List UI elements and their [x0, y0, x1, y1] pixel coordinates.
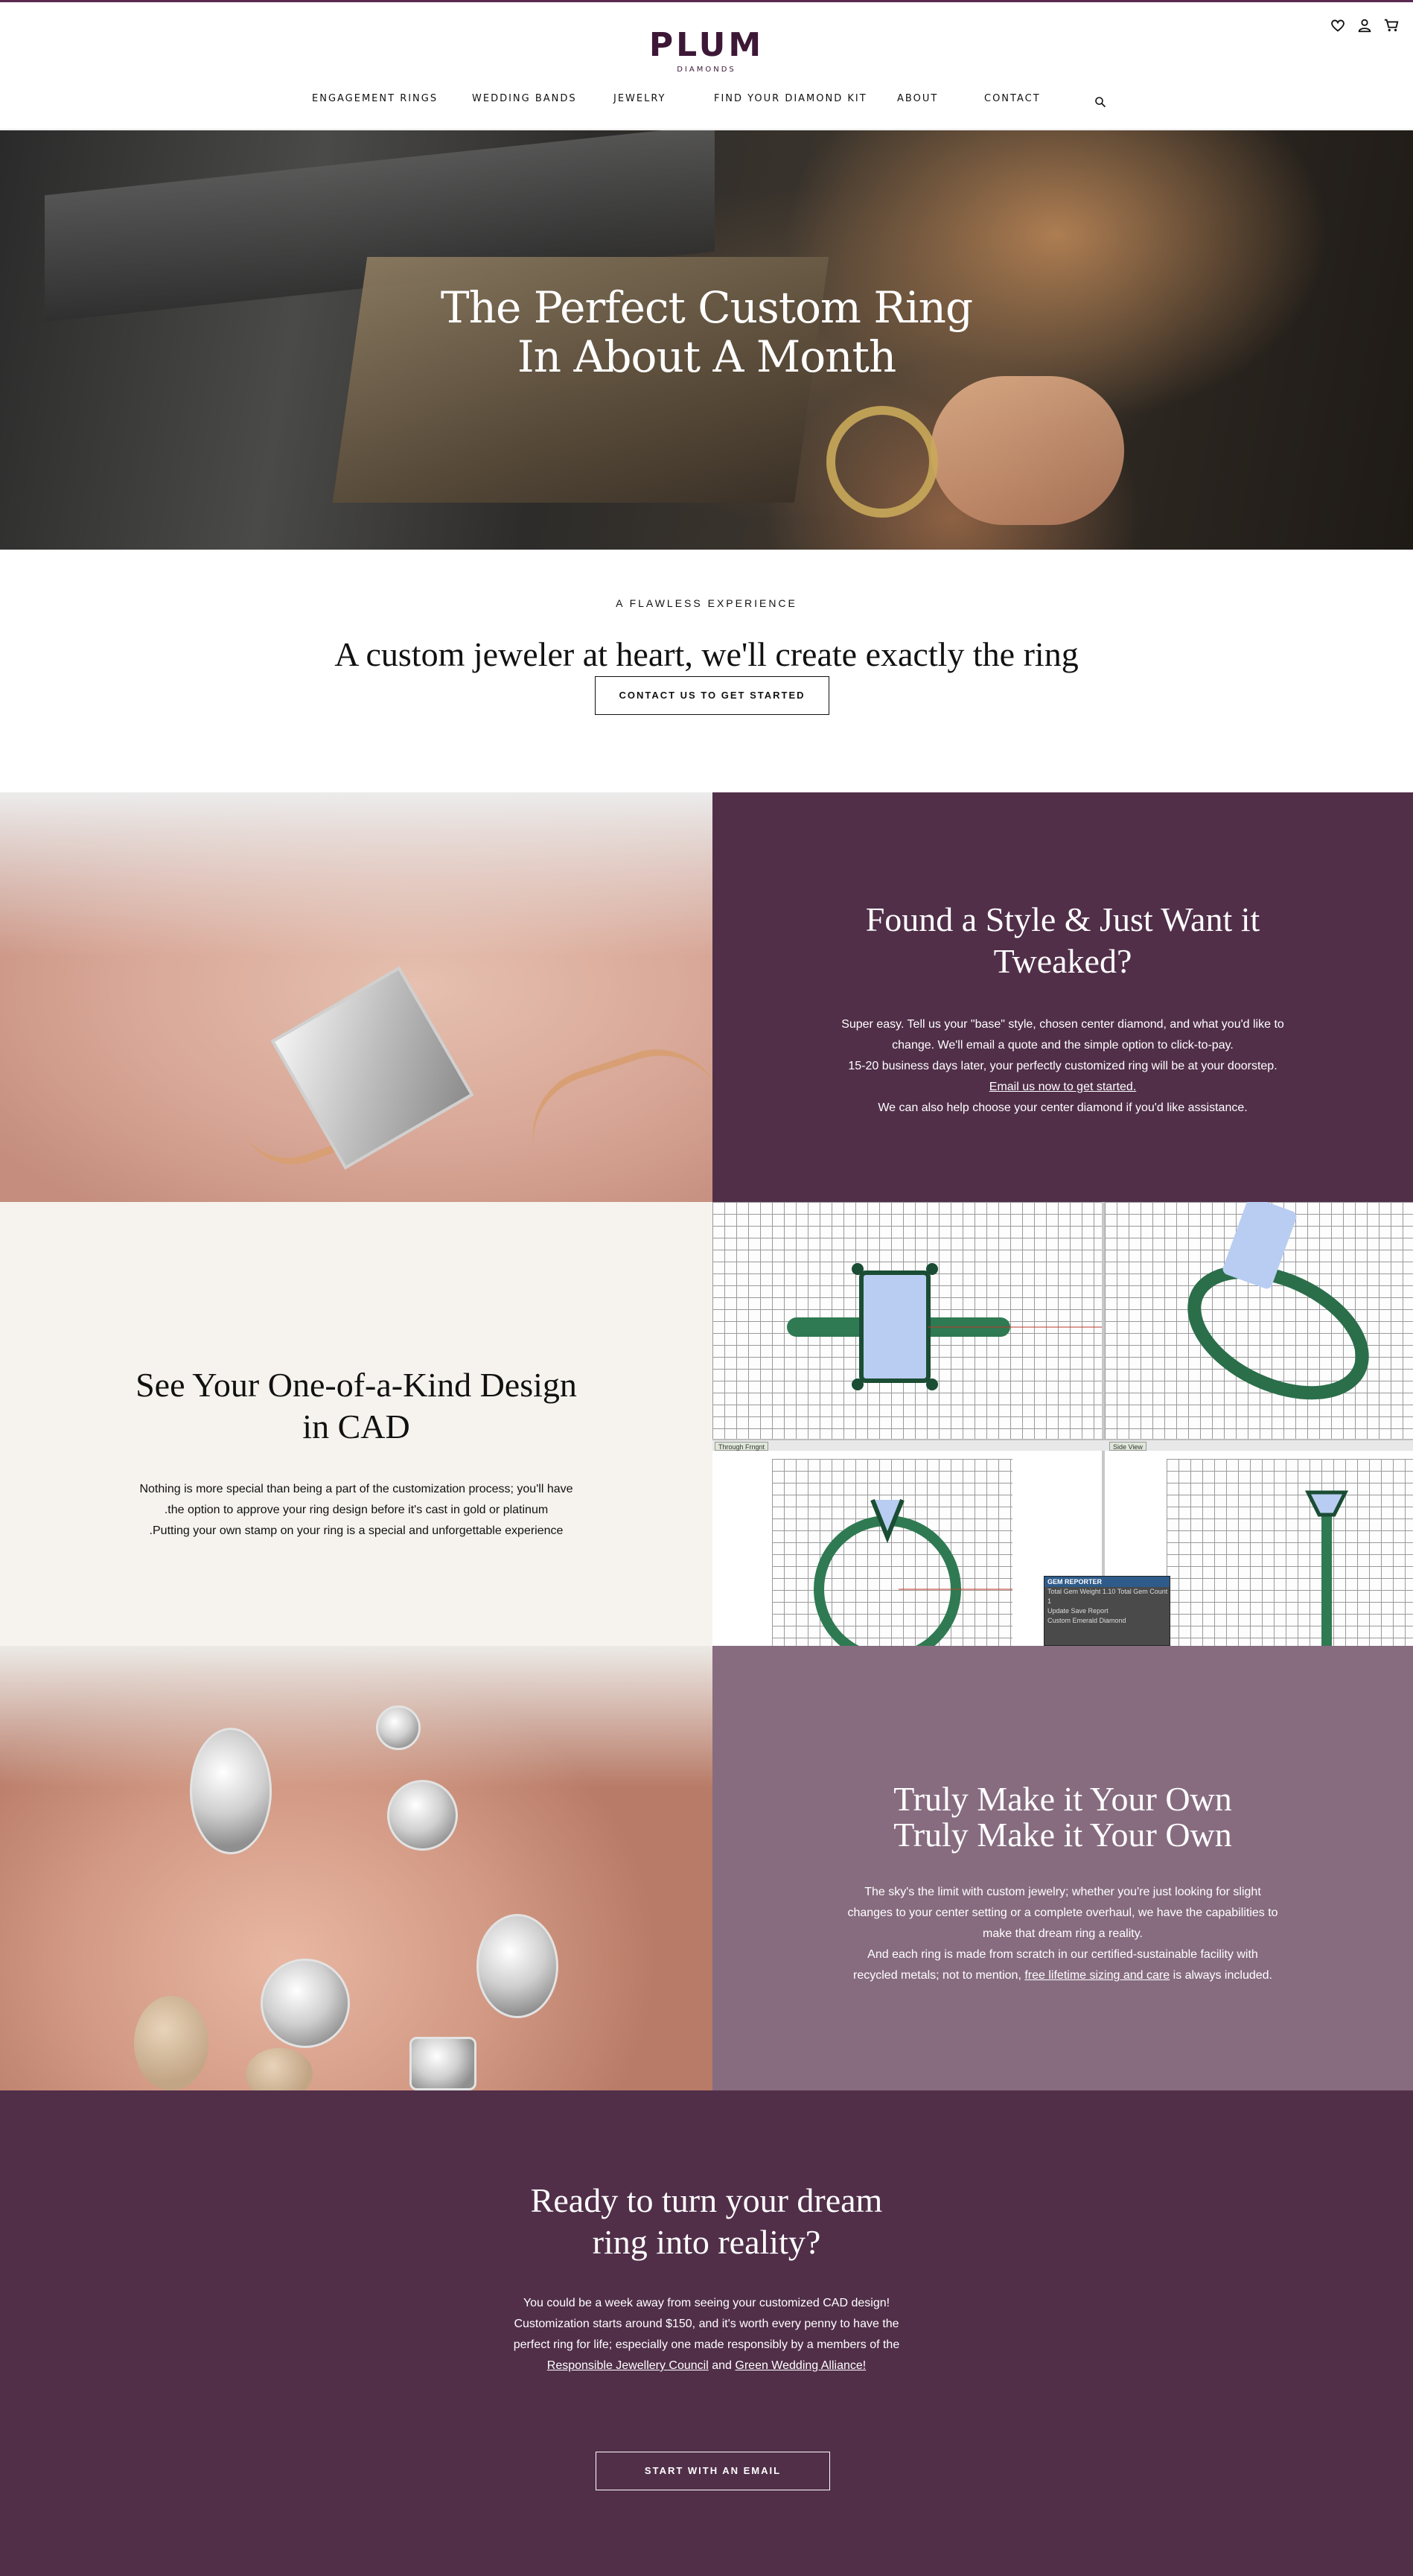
gem-count-value: 1	[1047, 1597, 1052, 1605]
own-body: The sky's the limit with custom jewelry;…	[712, 1882, 1413, 1986]
image-background	[0, 792, 712, 956]
gem-type-row: Custom Emerald Diamond	[1044, 1616, 1170, 1626]
fingernail-shape	[246, 2048, 313, 2090]
green-wedding-alliance-link[interactable]: Green Wedding Alliance!	[735, 2359, 866, 2372]
marquise-cluster-shape	[190, 1728, 272, 1854]
nav-engagement-rings[interactable]: ENGAGEMENT RINGS	[312, 93, 438, 104]
tweak-title-line2: Tweaked?	[993, 942, 1132, 980]
own-text-5-start: recycled metals; not to mention,	[853, 1969, 1021, 1982]
tweak-title-line1: Found a Style & Just Want it	[865, 900, 1260, 938]
own-text-3: make that dream ring a reality.	[983, 1927, 1143, 1940]
cad-title-line1: See Your One-of-a-Kind Design	[135, 1366, 577, 1404]
nav-find-your-diamond-kit[interactable]: FIND YOUR DIAMOND KIT	[714, 93, 867, 104]
tweak-text-3: 15-20 business days later, your perfectl…	[848, 1060, 1278, 1072]
cta-body: You could be a week away from seeing you…	[0, 2293, 1413, 2376]
round-diamond-shape	[261, 1959, 350, 2048]
site-header: PLUM DIAMONDS ENGAGEMENT RINGS WEDDING B…	[0, 2, 1413, 130]
rings-on-fingers-image	[0, 1646, 712, 2090]
own-text-1: The sky's the limit with custom jewelry;…	[864, 1886, 1261, 1898]
hero-title: The Perfect Custom Ring In About A Month	[0, 283, 1413, 381]
nav-wedding-bands[interactable]: WEDDING BANDS	[472, 93, 577, 104]
gem-update-button[interactable]: Update	[1047, 1607, 1069, 1615]
cta-text-1: You could be a week away from seeing you…	[523, 2297, 890, 2309]
gem-count-label: Total Gem Count	[1117, 1588, 1168, 1595]
heart-icon[interactable]	[1330, 17, 1346, 34]
email-us-link[interactable]: Email us now to get started.	[989, 1081, 1136, 1093]
wedding-band-shape	[515, 1032, 712, 1156]
logo-subtitle: DIAMONDS	[677, 66, 736, 74]
ring-on-hand-image	[0, 792, 712, 1202]
cad-text-3: .Putting your own stamp on your ring is …	[149, 1524, 564, 1537]
gem-reporter-title: GEM REPORTER	[1044, 1577, 1170, 1587]
cad-render-image: Through Frngnt Side View GEM REPORTER To…	[712, 1202, 1413, 1646]
own-text-5-end: is always included.	[1173, 1969, 1272, 1982]
gem-save-report-button[interactable]: Save Report	[1071, 1607, 1109, 1615]
logo[interactable]: PLUM DIAMONDS	[0, 28, 1413, 74]
own-title: Truly Make it Your Own Truly Make it You…	[712, 1778, 1413, 1856]
own-text-5: recycled metals; not to mention, free li…	[712, 1965, 1413, 1986]
tweak-body: Super easy. Tell us your "base" style, c…	[712, 1014, 1413, 1119]
round-diamond-shape	[376, 1705, 421, 1750]
nav-contact[interactable]: CONTACT	[984, 93, 1041, 104]
tweak-text-2: change. We'll email a quote and the simp…	[892, 1039, 1234, 1052]
oval-diamond-shape	[476, 1914, 558, 2018]
round-diamond-shape	[387, 1780, 458, 1851]
nav-about[interactable]: ABOUT	[897, 93, 938, 104]
cta-text-2: Customization starts around $150, and it…	[514, 2318, 899, 2330]
cta-title-line2: ring into reality?	[592, 2223, 821, 2261]
cad-text-2: .the option to approve your ring design …	[164, 1504, 549, 1516]
hero-title-line2: In About A Month	[517, 331, 896, 382]
cad-section: See Your One-of-a-Kind Design in CAD Not…	[0, 1202, 712, 1646]
start-with-email-button[interactable]: START WITH AN EMAIL	[596, 2452, 830, 2490]
cad-body: Nothing is more special than being a par…	[0, 1479, 712, 1542]
tweak-section: Found a Style & Just Want it Tweaked? Su…	[712, 792, 1413, 1202]
cad-title: See Your One-of-a-Kind Design in CAD	[0, 1364, 712, 1448]
gem-reporter-panel: GEM REPORTER Total Gem Weight 1.10 Total…	[1044, 1576, 1170, 1646]
hero-image-ring	[826, 406, 938, 518]
fingernail-shape	[134, 1996, 208, 2090]
cad-text-1: Nothing is more special than being a par…	[139, 1483, 573, 1495]
search-icon[interactable]	[1094, 96, 1106, 108]
contact-us-button[interactable]: CONTACT US TO GET STARTED	[595, 676, 829, 715]
cushion-diamond-shape	[409, 2037, 476, 2090]
own-text-2: changes to your center setting or a comp…	[847, 1906, 1278, 1919]
gem-shape-label: Custom Emerald	[1047, 1617, 1098, 1624]
intro-heading: A custom jeweler at heart, we'll create …	[334, 635, 1079, 673]
gem-weight-row: Total Gem Weight 1.10 Total Gem Count 1	[1044, 1587, 1170, 1606]
main-nav: ENGAGEMENT RINGS WEDDING BANDS JEWELRY F…	[0, 93, 1413, 112]
user-icon[interactable]	[1356, 17, 1373, 34]
logo-wordmark: PLUM	[648, 26, 765, 64]
cta-and: and	[712, 2359, 732, 2372]
hero-title-line1: The Perfect Custom Ring	[440, 282, 973, 333]
cta-text-3: perfect ring for life; especially one ma…	[513, 2338, 900, 2351]
free-lifetime-sizing-link[interactable]: free lifetime sizing and care	[1024, 1969, 1170, 1982]
own-title-line2: Truly Make it Your Own	[893, 1816, 1232, 1854]
hero-image-hand	[931, 376, 1124, 525]
tweak-text-4: We can also help choose your center diam…	[878, 1101, 1248, 1114]
cta-section: Ready to turn your dream ring into reali…	[0, 2090, 1413, 2576]
hero-banner: The Perfect Custom Ring In About A Month	[0, 130, 1413, 550]
gem-weight-label: Total Gem Weight	[1047, 1588, 1101, 1595]
cart-icon[interactable]	[1383, 17, 1400, 34]
gem-actions-row: Update Save Report	[1044, 1606, 1170, 1616]
intro-eyebrow: A FLAWLESS EXPERIENCE	[616, 597, 797, 609]
cta-text-4: Responsible Jewellery Council and Green …	[0, 2356, 1413, 2376]
gem-material-label: Diamond	[1099, 1617, 1126, 1624]
gem-weight-value: 1.10	[1102, 1588, 1116, 1595]
responsible-jewellery-council-link[interactable]: Responsible Jewellery Council	[547, 2359, 709, 2372]
cta-title: Ready to turn your dream ring into reali…	[0, 2180, 1413, 2263]
image-background	[0, 1646, 712, 1787]
own-text-4: And each ring is made from scratch in ou…	[867, 1948, 1258, 1961]
header-actions	[1330, 17, 1400, 34]
make-it-your-own-section: Truly Make it Your Own Truly Make it You…	[712, 1646, 1413, 2090]
cta-title-line1: Ready to turn your dream	[530, 2181, 883, 2219]
cad-title-line2: in CAD	[302, 1408, 410, 1446]
tweak-text-1: Super easy. Tell us your "base" style, c…	[841, 1018, 1284, 1031]
nav-jewelry[interactable]: JEWELRY	[613, 93, 666, 104]
tweak-title: Found a Style & Just Want it Tweaked?	[712, 899, 1413, 982]
